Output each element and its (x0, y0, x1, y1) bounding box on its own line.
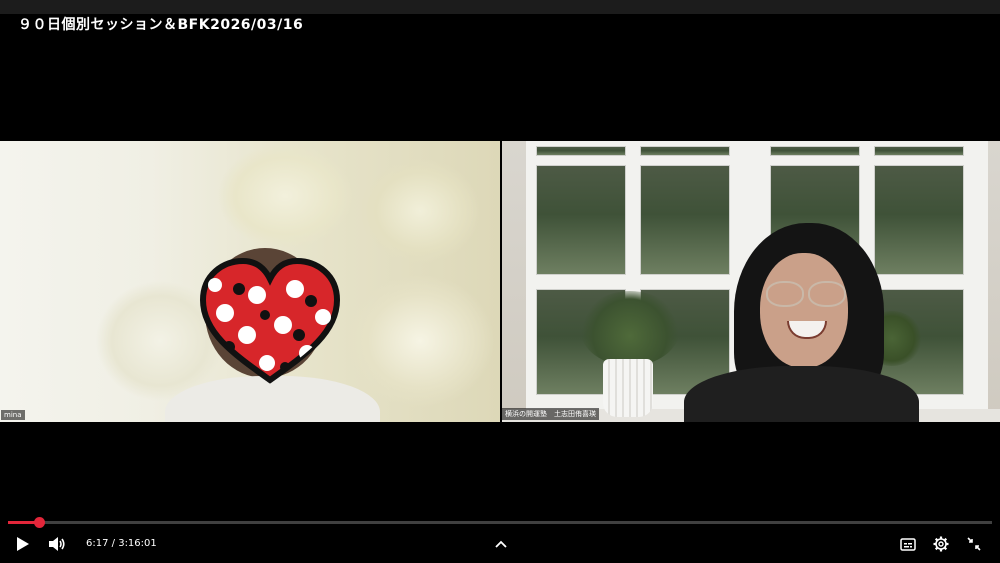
participant-body (684, 366, 919, 422)
settings-button[interactable] (930, 533, 952, 555)
captions-icon (900, 537, 916, 551)
gear-icon (933, 536, 949, 552)
duration: 3:16:01 (118, 538, 157, 549)
chevron-up-icon (495, 540, 507, 548)
participant-video-left: mina (0, 141, 500, 422)
time-display: 6:17 / 3:16:01 (86, 538, 157, 549)
plant (580, 291, 680, 366)
progress-bar[interactable] (8, 517, 992, 528)
participant-name-label: mina (1, 410, 25, 420)
play-icon (17, 537, 29, 551)
exit-fullscreen-icon (967, 537, 981, 551)
exit-fullscreen-button[interactable] (963, 533, 985, 555)
player-controls: 6:17 / 3:16:01 (0, 527, 1000, 563)
participant-name-label: 横浜の開運塾 土志田侑喜瑛 (502, 408, 599, 420)
volume-icon (49, 537, 65, 551)
participant-video-right: 横浜の開運塾 土志田侑喜瑛 (502, 141, 1000, 422)
participant-face (760, 253, 848, 368)
glasses (764, 281, 846, 307)
time-separator: / (108, 538, 119, 549)
volume-button[interactable] (46, 533, 68, 555)
video-title: ９０日個別セッション＆BFK2026/03/16 (18, 17, 304, 33)
heart-sticker-icon (199, 257, 341, 384)
play-button[interactable] (12, 533, 34, 555)
top-bar (0, 0, 1000, 14)
expand-button[interactable] (490, 533, 512, 555)
captions-button[interactable] (897, 533, 919, 555)
current-time: 6:17 (86, 538, 109, 549)
flower-pot (603, 359, 653, 417)
